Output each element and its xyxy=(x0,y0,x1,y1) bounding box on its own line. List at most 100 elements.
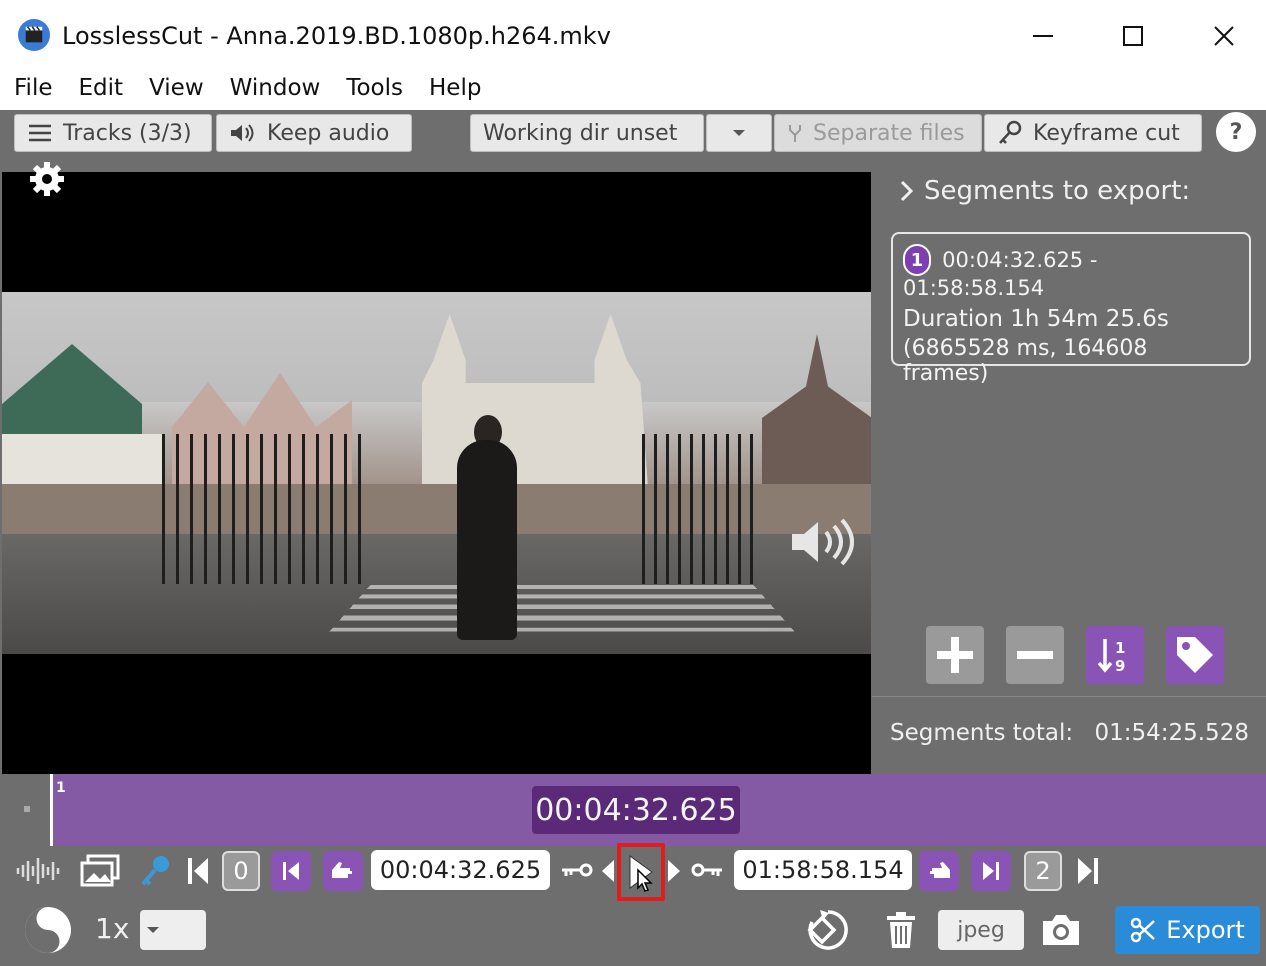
export-button[interactable]: Export xyxy=(1115,906,1260,954)
jump-end-icon xyxy=(983,862,999,880)
sort-segments-button[interactable]: 19 xyxy=(1086,626,1144,684)
segment-duration: Duration 1h 54m 25.6s xyxy=(903,306,1169,332)
segment-card[interactable]: 1 00:04:32.625 - 01:58:58.154 Duration 1… xyxy=(891,232,1251,386)
step-back-icon[interactable] xyxy=(600,858,616,884)
menu-bar: File Edit View Window Tools Help xyxy=(0,70,1266,110)
keyframe-cut-label: Keyframe cut xyxy=(1033,120,1180,146)
playback-speed-select[interactable] xyxy=(140,910,206,950)
separate-files-button[interactable]: Separate files xyxy=(774,114,982,152)
keyframe-jump-back-icon[interactable] xyxy=(560,858,594,882)
chevron-down-icon xyxy=(147,927,159,933)
plus-icon xyxy=(937,637,973,673)
menu-file[interactable]: File xyxy=(0,70,65,110)
jump-end-icon[interactable] xyxy=(1076,856,1100,886)
add-segment-button[interactable] xyxy=(926,626,984,684)
menu-window[interactable]: Window xyxy=(216,70,333,110)
remove-segment-button[interactable] xyxy=(1006,626,1064,684)
fork-icon xyxy=(789,125,801,142)
yin-yang-icon[interactable] xyxy=(22,904,74,956)
tag-icon xyxy=(1177,637,1213,673)
step-forward-icon[interactable] xyxy=(666,858,682,884)
segments-total-value: 01:54:25.528 xyxy=(1094,720,1249,746)
hand-pointer-right-icon xyxy=(928,862,950,878)
segments-total: Segments total: 01:54:25.528 xyxy=(890,720,1249,746)
timeline-tick xyxy=(24,806,30,812)
segment-time-range: 00:04:32.625 - 01:58:58.154 xyxy=(903,248,1098,300)
video-gate-left xyxy=(162,434,362,584)
menu-help[interactable]: Help xyxy=(415,70,493,110)
chevron-right-icon xyxy=(900,180,914,202)
timeline-unselected-region[interactable] xyxy=(0,774,52,846)
speaker-icon xyxy=(231,124,254,142)
close-button[interactable] xyxy=(1204,18,1244,54)
keep-audio-button[interactable]: Keep audio xyxy=(216,114,412,152)
keyframes-key-icon[interactable] xyxy=(140,854,172,888)
label-segment-button[interactable] xyxy=(1166,626,1224,684)
chevron-down-icon xyxy=(733,130,745,136)
segments-header[interactable]: Segments to export: xyxy=(900,176,1190,206)
capture-format-button[interactable]: jpeg xyxy=(938,910,1024,950)
segment-number-badge: 1 xyxy=(903,244,931,276)
svg-text:1: 1 xyxy=(1115,639,1125,657)
playback-speed-label: 1x xyxy=(95,912,130,945)
rotate-icon[interactable] xyxy=(804,906,852,954)
jump-segment-end-button[interactable] xyxy=(971,851,1011,891)
settings-gear-icon[interactable] xyxy=(28,160,66,198)
cut-end-time-input[interactable]: 01:58:58.154 xyxy=(734,850,912,890)
app-icon xyxy=(18,19,50,51)
cut-start-time-input[interactable]: 00:04:32.625 xyxy=(371,850,550,890)
video-person xyxy=(457,440,517,640)
first-segment-marker-button[interactable]: 0 xyxy=(222,851,260,891)
maximize-button[interactable] xyxy=(1113,18,1153,54)
menu-view[interactable]: View xyxy=(135,70,216,110)
set-cut-start-button[interactable] xyxy=(323,851,363,891)
svg-text:9: 9 xyxy=(1115,657,1125,675)
working-dir-label: Working dir unset xyxy=(483,120,678,146)
list-icon xyxy=(29,124,51,142)
last-segment-marker-button[interactable]: 2 xyxy=(1024,851,1062,891)
play-icon xyxy=(629,855,653,892)
video-gate-right xyxy=(642,434,762,584)
minus-icon xyxy=(1017,651,1053,659)
segments-header-label: Segments to export: xyxy=(924,176,1191,206)
title-bar: LosslessCut - Anna.2019.BD.1080p.h264.mk… xyxy=(0,0,1266,70)
current-time-display: 00:04:32.625 xyxy=(532,786,740,834)
jump-segment-start-button[interactable] xyxy=(271,851,311,891)
key-icon xyxy=(999,120,1022,144)
working-dir-dropdown[interactable] xyxy=(706,114,772,152)
video-crosswalk xyxy=(329,585,795,632)
keep-audio-label: Keep audio xyxy=(267,120,390,146)
separate-files-label: Separate files xyxy=(813,120,965,146)
thumbnails-icon[interactable] xyxy=(80,854,122,888)
video-player[interactable] xyxy=(2,172,871,774)
help-button[interactable]: ? xyxy=(1216,112,1256,152)
export-label: Export xyxy=(1166,916,1245,944)
tracks-button[interactable]: Tracks (3/3) xyxy=(14,114,212,152)
video-frame xyxy=(2,292,871,654)
jump-start-icon[interactable] xyxy=(186,856,210,886)
hand-pointer-left-icon xyxy=(332,862,354,878)
camera-icon[interactable] xyxy=(1040,912,1082,948)
menu-tools[interactable]: Tools xyxy=(332,70,415,110)
segments-divider xyxy=(872,696,1266,697)
timeline-segment-number: 1 xyxy=(56,780,66,796)
window-title: LosslessCut - Anna.2019.BD.1080p.h264.mk… xyxy=(62,22,611,50)
volume-icon[interactable] xyxy=(788,516,854,568)
segments-total-label: Segments total: xyxy=(890,720,1074,746)
waveform-icon[interactable] xyxy=(14,856,62,886)
segment-actions: 19 xyxy=(926,626,1224,684)
jump-start-icon xyxy=(283,862,299,880)
keyframe-cut-button[interactable]: Keyframe cut xyxy=(984,114,1202,152)
working-dir-button[interactable]: Working dir unset xyxy=(470,114,704,152)
play-button[interactable] xyxy=(617,843,665,901)
menu-edit[interactable]: Edit xyxy=(65,70,136,110)
sort-numeric-icon: 19 xyxy=(1097,639,1125,675)
minimize-button[interactable] xyxy=(1023,18,1063,54)
tracks-label: Tracks (3/3) xyxy=(63,120,192,146)
keyframe-jump-forward-icon[interactable] xyxy=(690,858,724,882)
set-cut-end-button[interactable] xyxy=(919,851,959,891)
segment-detail: (6865528 ms, 164608 frames) xyxy=(903,336,1148,386)
trash-icon[interactable] xyxy=(884,910,918,950)
scissors-icon xyxy=(1130,917,1156,943)
segment-start-marker[interactable] xyxy=(50,774,53,846)
